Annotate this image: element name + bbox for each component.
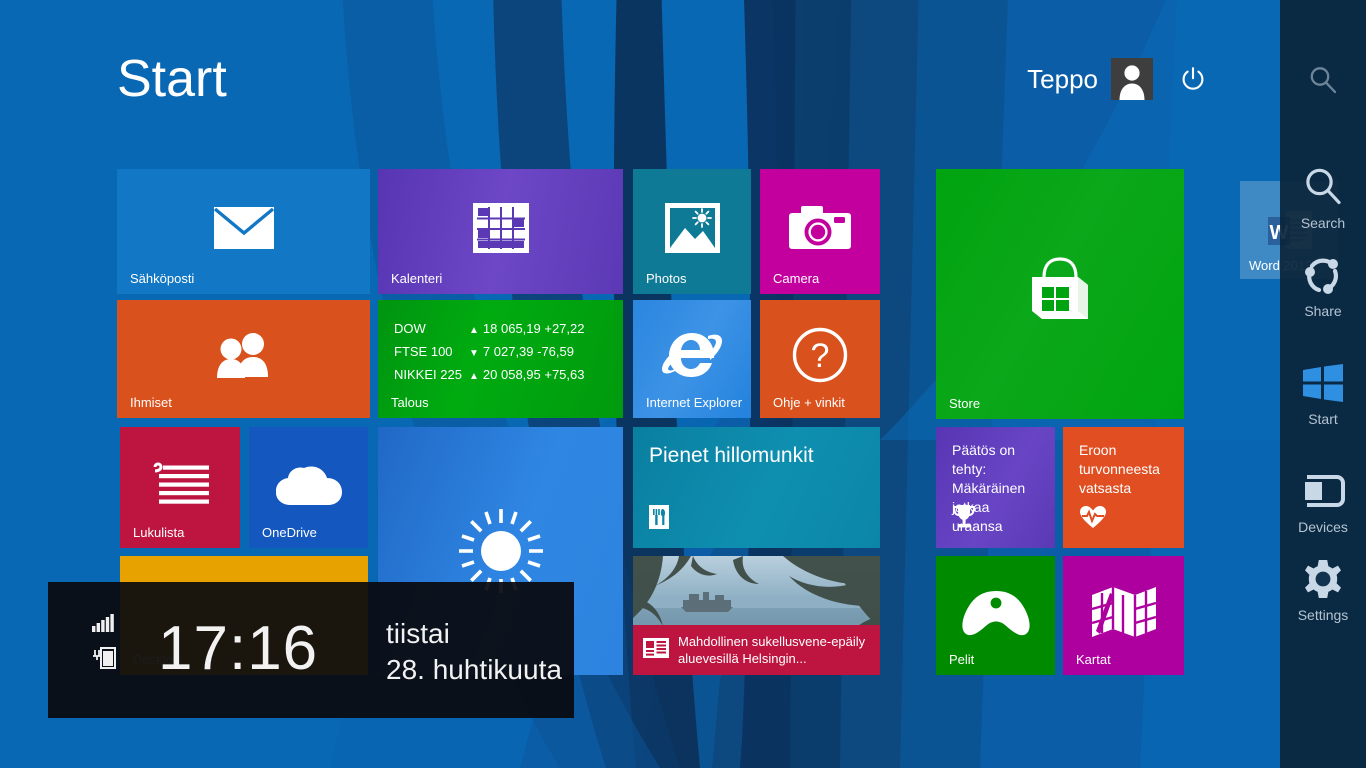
tile-label: Store [949, 396, 981, 411]
gear-icon [1301, 552, 1345, 606]
finance-row: DOW 18 065,19 +27,22 [394, 318, 584, 341]
news-caption-bar: Mahdollinen sukellusvene-epäily aluevesi… [633, 625, 880, 675]
tile-games[interactable]: Pelit [936, 556, 1055, 675]
search-icon [1302, 160, 1344, 214]
tile-label: Ihmiset [130, 395, 172, 410]
windows-logo-icon [1300, 356, 1346, 410]
tile-store[interactable]: Store [936, 169, 1184, 419]
clock-overlay: 17:16 tiistai 28. huhtikuuta [48, 582, 574, 718]
heart-pulse-icon [1079, 505, 1107, 534]
finance-index-value: 20 058,95 +75,63 [469, 364, 585, 387]
newspaper-icon [643, 637, 669, 664]
finance-row: NIKKEI 225 20 058,95 +75,63 [394, 364, 584, 387]
tile-label: Photos [646, 271, 687, 286]
charm-search[interactable]: Search [1280, 160, 1366, 246]
tile-label: Pelit [949, 652, 975, 667]
clock-time: 17:16 [158, 614, 319, 683]
store-bag-icon [936, 169, 1184, 419]
tile-internet-explorer[interactable]: Internet Explorer [633, 300, 751, 418]
tile-label: Internet Explorer [646, 395, 743, 410]
tile-label: Lukulista [133, 525, 185, 540]
svg-text:?: ? [811, 337, 830, 375]
fork-knife-icon [649, 505, 669, 534]
finance-index-name: FTSE 100 [394, 344, 453, 359]
clock-weekday: tiistai [386, 618, 450, 649]
charm-label: Share [1304, 303, 1342, 319]
finance-index-value: 18 065,19 +27,22 [469, 318, 585, 341]
tile-photos[interactable]: Photos [633, 169, 751, 294]
tile-label: Talous [391, 395, 429, 410]
clock-date: 28. huhtikuuta [386, 654, 562, 685]
charm-devices[interactable]: Devices [1280, 464, 1366, 550]
charm-label: Search [1300, 215, 1346, 231]
charm-start[interactable]: Start [1280, 356, 1366, 442]
tile-maps[interactable]: Kartat [1063, 556, 1184, 675]
finance-index-value: 7 027,39 -76,59 [469, 341, 574, 364]
trophy-icon [952, 503, 976, 534]
tile-food-and-drink[interactable]: Pienet hillomunkit [633, 427, 880, 548]
search-icon [1310, 67, 1337, 94]
tile-news[interactable]: Mahdollinen sukellusvene-epäily aluevesi… [633, 556, 880, 675]
charm-label: Settings [1297, 607, 1349, 623]
charms-bar: Search Share Start Devices Settings [1280, 0, 1366, 768]
tile-label: Ohje + vinkit [773, 395, 845, 410]
tile-finance[interactable]: DOW 18 065,19 +27,22 FTSE 100 7 027,39 -… [378, 300, 623, 418]
clock-date-block: tiistai 28. huhtikuuta [386, 616, 562, 688]
tile-headline: Pienet hillomunkit [649, 444, 814, 467]
tile-health[interactable]: Eroon turvonneesta vatsasta [1063, 427, 1184, 548]
signal-bars-icon [92, 614, 118, 637]
battery-charging-icon [92, 647, 118, 674]
tile-label: Kalenteri [391, 271, 443, 286]
tile-sports[interactable]: Päätös on tehty: Mäkäräinen jatkaa uraan… [936, 427, 1055, 548]
charms-top-search-icon[interactable] [1280, 0, 1366, 160]
charm-label: Start [1308, 411, 1338, 427]
tile-label: Kartat [1076, 652, 1111, 667]
share-icon [1302, 248, 1344, 302]
finance-row: FTSE 100 7 027,39 -76,59 [394, 341, 584, 364]
tile-reading-list[interactable]: Lukulista [120, 427, 240, 548]
tile-camera[interactable]: Camera [760, 169, 880, 294]
tile-calendar[interactable]: Kalenteri [378, 169, 623, 294]
finance-index-name: NIKKEI 225 [394, 367, 462, 382]
tile-help-tips[interactable]: ? Ohje + vinkit [760, 300, 880, 418]
news-caption-text: Mahdollinen sukellusvene-epäily aluevesi… [678, 634, 866, 666]
tile-headline: Eroon turvonneesta vatsasta [1079, 442, 1160, 496]
tile-label: Sähköposti [130, 271, 195, 286]
tile-label: OneDrive [262, 525, 317, 540]
charm-settings[interactable]: Settings [1280, 552, 1366, 638]
finance-rows: DOW 18 065,19 +27,22 FTSE 100 7 027,39 -… [394, 318, 584, 387]
tile-people[interactable]: Ihmiset [117, 300, 370, 418]
devices-icon [1301, 464, 1345, 518]
clock-status-icons [92, 614, 118, 674]
tile-label: Camera [773, 271, 820, 286]
charm-label: Devices [1298, 519, 1348, 535]
finance-index-name: DOW [394, 321, 426, 336]
tile-onedrive[interactable]: OneDrive [249, 427, 368, 548]
charm-share[interactable]: Share [1280, 248, 1366, 334]
tile-mail[interactable]: Sähköposti [117, 169, 370, 294]
